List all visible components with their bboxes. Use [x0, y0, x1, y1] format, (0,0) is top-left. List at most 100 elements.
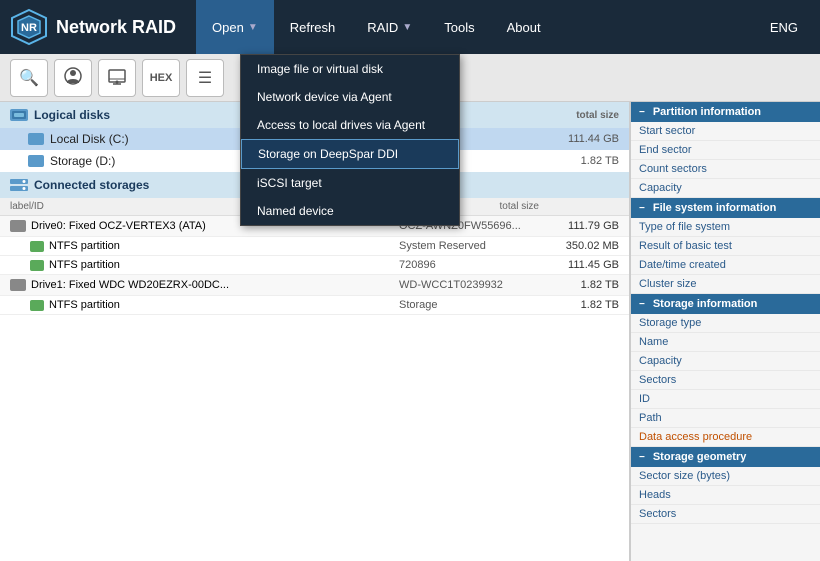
- logical-disks-icon: [10, 108, 28, 122]
- data-access-procedure-row[interactable]: Data access procedure: [631, 428, 820, 447]
- open-dropdown: Image file or virtual disk Network devic…: [240, 54, 460, 226]
- ntfs3-label: NTFS partition: [49, 299, 120, 311]
- total-size-label: total size: [576, 110, 619, 121]
- ntfs3-icon: [30, 300, 44, 311]
- ntfs2-icon: [30, 260, 44, 271]
- menu-storage-deepspar[interactable]: Storage on DeepSpar DDI: [241, 139, 459, 169]
- drive1-item[interactable]: Drive1: Fixed WDC WD20EZRX-00DC... WD-WC…: [0, 275, 629, 296]
- nav-about-label: About: [507, 20, 541, 35]
- agent-button[interactable]: [54, 59, 92, 97]
- nav-raid-label: RAID: [367, 20, 398, 35]
- local-disk-c-icon: [28, 133, 44, 145]
- nav-open-arrow: ▼: [248, 22, 258, 33]
- storage-type-row[interactable]: Storage type: [631, 314, 820, 333]
- nav-tools-label: Tools: [444, 20, 474, 35]
- search-icon: 🔍: [19, 68, 39, 88]
- drive1-icon: [10, 279, 26, 291]
- filesystem-info-title: File system information: [653, 202, 776, 214]
- ntfs-partition-2-item[interactable]: NTFS partition 720896 111.45 GB: [0, 256, 629, 275]
- geometry-collapse-icon: −: [639, 452, 645, 463]
- connected-storages-title: Connected storages: [34, 178, 149, 192]
- dropdown-menu-container: Image file or virtual disk Network devic…: [240, 54, 460, 226]
- partition-info-header[interactable]: − Partition information: [631, 102, 820, 122]
- ntfs-partition-3-item[interactable]: NTFS partition Storage 1.82 TB: [0, 296, 629, 315]
- right-panel: − Partition information Start sector End…: [630, 102, 820, 561]
- menu-iscsi-target[interactable]: iSCSI target: [241, 169, 459, 197]
- drive1-size: 1.82 TB: [539, 279, 619, 291]
- connected-storages-icon: [10, 178, 28, 192]
- storage-path-row[interactable]: Path: [631, 409, 820, 428]
- logo-area: NR Network RAID: [10, 8, 176, 46]
- ntfs2-size: 111.45 GB: [539, 259, 619, 271]
- filesystem-info-header[interactable]: − File system information: [631, 198, 820, 218]
- svg-text:NR: NR: [21, 22, 37, 34]
- ntfs1-size: 350.02 MB: [539, 240, 619, 252]
- partition-collapse-icon: −: [639, 107, 645, 118]
- app-logo-icon: NR: [10, 8, 48, 46]
- hex-icon: HEX: [150, 72, 173, 84]
- menu-named-device[interactable]: Named device: [241, 197, 459, 225]
- logical-disks-title: Logical disks: [34, 108, 110, 122]
- local-icon: [107, 66, 127, 89]
- menu-image-file[interactable]: Image file or virtual disk: [241, 55, 459, 83]
- storage-geometry-header[interactable]: − Storage geometry: [631, 447, 820, 467]
- ntfs2-sector: 720896: [399, 259, 539, 271]
- end-sector-row[interactable]: End sector: [631, 141, 820, 160]
- ntfs1-label: NTFS partition: [49, 240, 120, 252]
- drive1-label-id: WD-WCC1T0239932: [399, 279, 539, 291]
- storage-geometry-title: Storage geometry: [653, 451, 747, 463]
- menu-network-agent[interactable]: Network device via Agent: [241, 83, 459, 111]
- header: NR Network RAID Open ▼ Refresh RAID ▼ To…: [0, 0, 820, 54]
- storage-capacity-row[interactable]: Capacity: [631, 352, 820, 371]
- ntfs2-label: NTFS partition: [49, 259, 120, 271]
- partition-info-title: Partition information: [653, 106, 761, 118]
- nav-refresh[interactable]: Refresh: [274, 0, 352, 54]
- ntfs1-icon: [30, 241, 44, 252]
- nav-open-label: Open: [212, 20, 244, 35]
- capacity-row[interactable]: Capacity: [631, 179, 820, 198]
- storage-sectors-row[interactable]: Sectors: [631, 371, 820, 390]
- cluster-size-row[interactable]: Cluster size: [631, 275, 820, 294]
- nav-menu: Open ▼ Refresh RAID ▼ Tools About: [196, 0, 758, 54]
- sector-size-row[interactable]: Sector size (bytes): [631, 467, 820, 486]
- ntfs-partition-1-item[interactable]: NTFS partition System Reserved 350.02 MB: [0, 237, 629, 256]
- datetime-created-row[interactable]: Date/time created: [631, 256, 820, 275]
- count-sectors-row[interactable]: Count sectors: [631, 160, 820, 179]
- storage-d-size: 1.82 TB: [581, 155, 619, 167]
- result-basic-test-row[interactable]: Result of basic test: [631, 237, 820, 256]
- hex-button[interactable]: HEX: [142, 59, 180, 97]
- nav-open[interactable]: Open ▼: [196, 0, 274, 54]
- nav-tools[interactable]: Tools: [428, 0, 490, 54]
- storage-collapse-icon: −: [639, 299, 645, 310]
- type-of-filesystem-row[interactable]: Type of file system: [631, 218, 820, 237]
- storage-name-row[interactable]: Name: [631, 333, 820, 352]
- filesystem-collapse-icon: −: [639, 203, 645, 214]
- local-disk-c-size: 111.44 GB: [568, 133, 619, 145]
- storage-info-header[interactable]: − Storage information: [631, 294, 820, 314]
- ntfs3-label-id: Storage: [399, 299, 539, 311]
- drive1-label: Drive1: Fixed WDC WD20EZRX-00DC...: [31, 279, 229, 291]
- sectors-row[interactable]: Sectors: [631, 505, 820, 524]
- nav-raid-arrow: ▼: [402, 22, 412, 33]
- local-drives-button[interactable]: [98, 59, 136, 97]
- col-total-size: total size: [459, 201, 539, 212]
- storage-id-row[interactable]: ID: [631, 390, 820, 409]
- drive0-size: 111.79 GB: [539, 220, 619, 232]
- app-title: Network RAID: [56, 17, 176, 38]
- storage-info-title: Storage information: [653, 298, 758, 310]
- nav-about[interactable]: About: [491, 0, 557, 54]
- search-button[interactable]: 🔍: [10, 59, 48, 97]
- menu-local-drives-agent[interactable]: Access to local drives via Agent: [241, 111, 459, 139]
- agent-icon: [63, 66, 83, 89]
- list-icon: ☰: [198, 68, 212, 88]
- drive0-icon: [10, 220, 26, 232]
- ntfs3-size: 1.82 TB: [539, 299, 619, 311]
- heads-row[interactable]: Heads: [631, 486, 820, 505]
- nav-raid[interactable]: RAID ▼: [351, 0, 428, 54]
- drive0-label: Drive0: Fixed OCZ-VERTEX3 (ATA): [31, 220, 206, 232]
- list-button[interactable]: ☰: [186, 59, 224, 97]
- lang-selector[interactable]: ENG: [758, 20, 810, 35]
- start-sector-row[interactable]: Start sector: [631, 122, 820, 141]
- ntfs1-label-id: System Reserved: [399, 240, 539, 252]
- storage-d-icon: [28, 155, 44, 167]
